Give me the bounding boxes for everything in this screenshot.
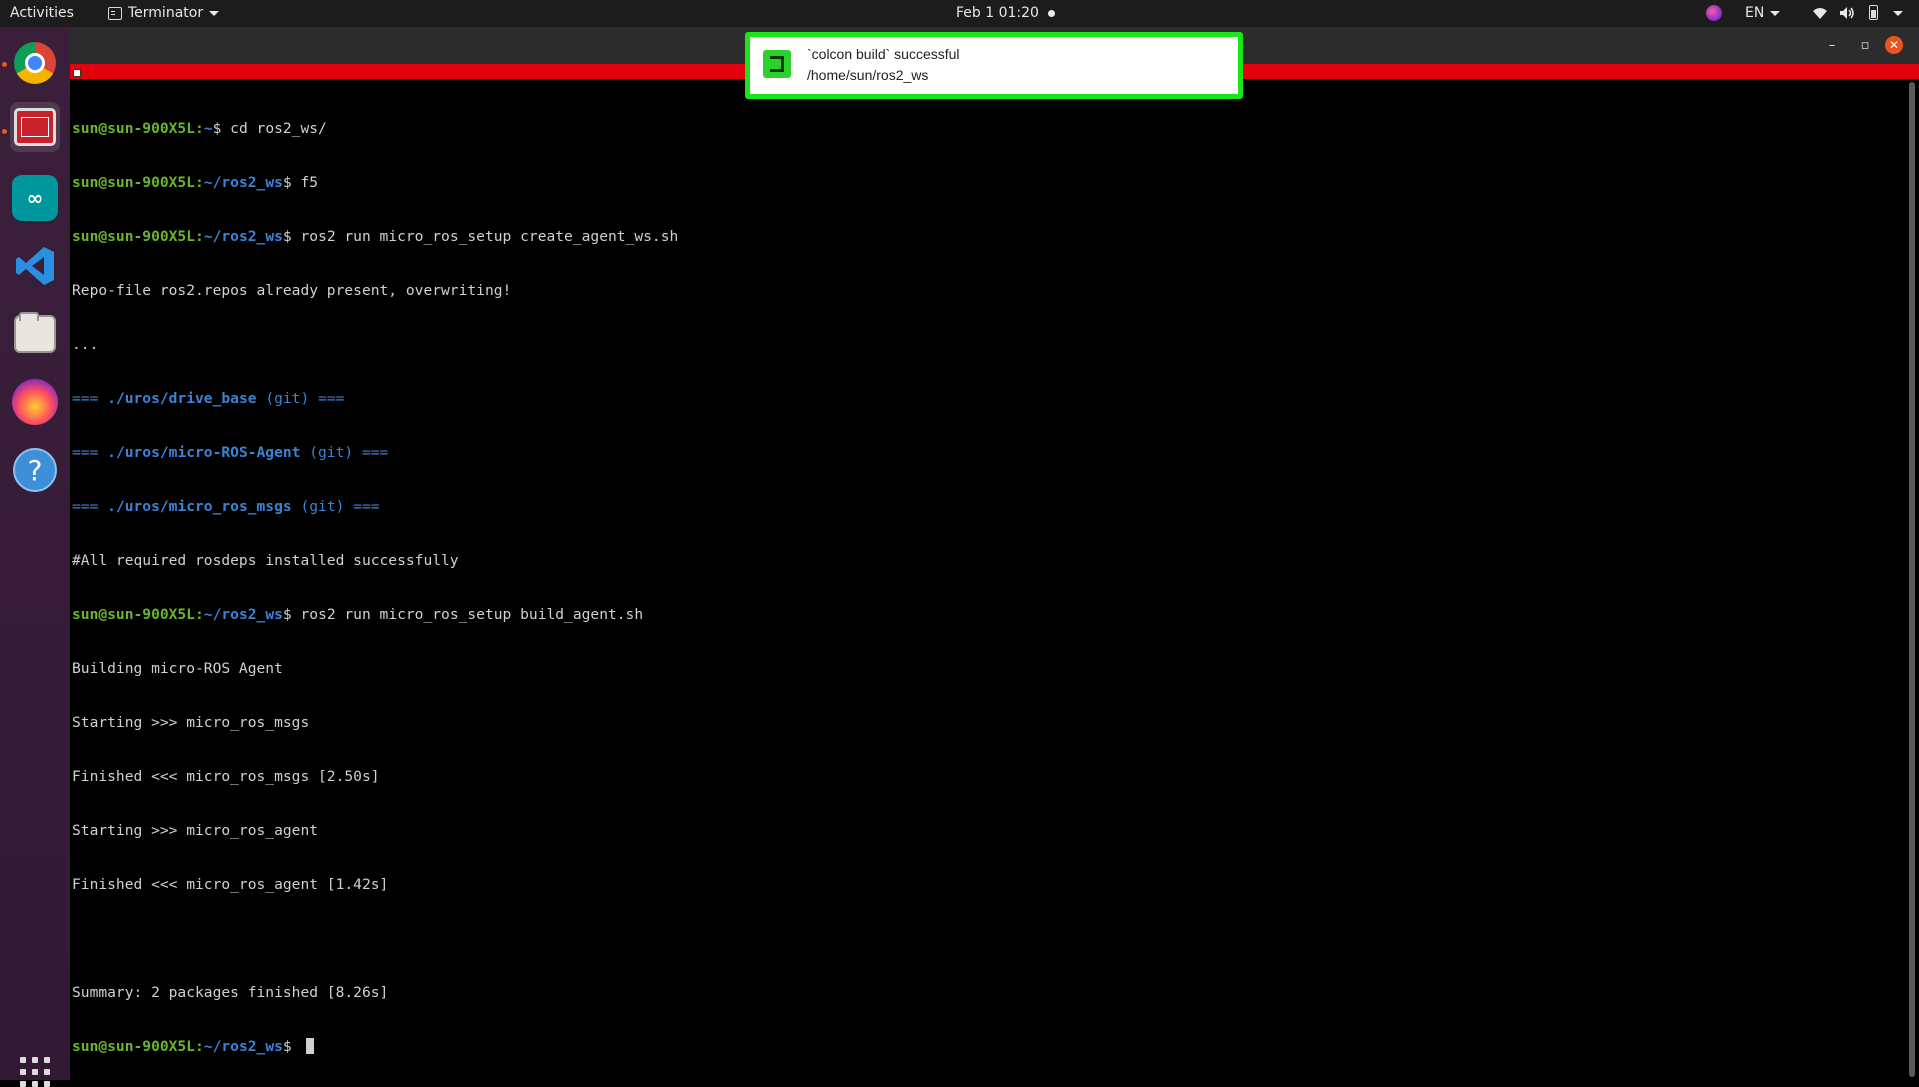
- prompt-sep: :: [195, 120, 204, 137]
- prompt-sep: :: [195, 174, 204, 191]
- prompt-path: ~/ros2_ws: [203, 1038, 283, 1055]
- dock: ∞ ?: [0, 27, 70, 1087]
- maximize-icon[interactable]: ▫: [1856, 37, 1874, 55]
- activities-button[interactable]: Activities: [10, 5, 74, 21]
- separator: ===: [72, 390, 108, 407]
- prompt-path: ~/ros2_ws: [203, 174, 283, 191]
- notification-title: `colcon build` successful: [807, 46, 960, 62]
- text-cursor: [306, 1038, 315, 1054]
- prompt-sep: :: [195, 606, 204, 623]
- chrome-icon: [14, 42, 56, 84]
- language-menu[interactable]: EN: [1745, 5, 1781, 21]
- terminal-line: Summary: 2 packages finished [8.26s]: [72, 984, 389, 1001]
- terminal-line: === ./uros/micro_ros_msgs (git) ===: [72, 498, 1902, 516]
- repo-path: ./uros/micro-ROS-Agent: [107, 444, 301, 461]
- wifi-icon[interactable]: [1812, 6, 1828, 20]
- terminal-line: sun@sun-900X5L:~/ros2_ws$ ros2 run micro…: [72, 228, 1902, 246]
- dock-item-arduino[interactable]: ∞: [10, 173, 60, 223]
- dock-item-vscode[interactable]: [10, 241, 60, 291]
- terminal-line: sun@sun-900X5L:~$ cd ros2_ws/: [72, 120, 1902, 138]
- running-indicator: [2, 62, 7, 67]
- terminal-line: Finished <<< micro_ros_agent [1.42s]: [72, 876, 389, 893]
- repo-path: ./uros/drive_base: [107, 390, 257, 407]
- terminal-group-icon[interactable]: [73, 69, 81, 77]
- chevron-down-icon: [209, 10, 220, 16]
- scrollbar-thumb[interactable]: [1909, 82, 1915, 1077]
- dock-item-files[interactable]: [10, 309, 60, 359]
- language-label: EN: [1745, 5, 1765, 21]
- terminal-line: Finished <<< micro_ros_msgs [2.50s]: [72, 768, 380, 785]
- prompt-sep: :: [195, 228, 204, 245]
- help-icon: ?: [13, 448, 57, 492]
- separator: ===: [72, 498, 108, 515]
- command: $ f5: [282, 174, 319, 191]
- firefox-tray-icon[interactable]: [1706, 5, 1722, 21]
- terminal-output[interactable]: sun@sun-900X5L:~$ cd ros2_ws/ sun@sun-90…: [72, 84, 1902, 1074]
- vscode-icon: [16, 247, 54, 285]
- command: $ cd ros2_ws/: [212, 120, 327, 137]
- terminal-line: sun@sun-900X5L:~/ros2_ws$: [72, 1038, 1902, 1056]
- separator: ===: [72, 444, 108, 461]
- dock-item-terminator[interactable]: [10, 102, 60, 152]
- terminal-line: #All required rosdeps installed successf…: [72, 552, 459, 569]
- separator: (git) ===: [256, 390, 345, 407]
- command: $: [282, 1038, 301, 1055]
- polar-icon: [12, 379, 58, 425]
- arduino-icon: ∞: [12, 175, 58, 221]
- terminal-line: ...: [72, 336, 99, 353]
- show-applications-button[interactable]: [20, 1057, 50, 1087]
- prompt-path: ~/ros2_ws: [203, 228, 283, 245]
- dock-item-polar[interactable]: [10, 377, 60, 427]
- repo-path: ./uros/micro_ros_msgs: [107, 498, 292, 515]
- chevron-down-icon: [1770, 10, 1781, 16]
- terminal-line: sun@sun-900X5L:~/ros2_ws$ ros2 run micro…: [72, 606, 1902, 624]
- terminal-icon: [108, 6, 122, 20]
- system-menu-chevron-icon[interactable]: [1893, 11, 1903, 16]
- minimize-icon[interactable]: –: [1823, 37, 1841, 55]
- app-menu[interactable]: Terminator: [108, 5, 220, 21]
- prompt-sep: :: [195, 1038, 204, 1055]
- command: $ ros2 run micro_ros_setup build_agent.s…: [282, 606, 644, 623]
- prompt-path: ~: [203, 120, 213, 137]
- prompt-user: sun@sun-900X5L: [72, 228, 196, 245]
- terminal-line: === ./uros/micro-ROS-Agent (git) ===: [72, 444, 1902, 462]
- terminal-line: Starting >>> micro_ros_msgs: [72, 714, 310, 731]
- notification-body: /home/sun/ros2_ws: [807, 67, 929, 83]
- prompt-user: sun@sun-900X5L: [72, 1038, 196, 1055]
- battery-icon[interactable]: [1869, 5, 1878, 20]
- dock-item-chrome[interactable]: [10, 38, 60, 88]
- top-bar: Activities Terminator Feb 1 01:20 EN: [0, 0, 1919, 27]
- notification-banner[interactable]: `colcon build` successful /home/sun/ros2…: [745, 32, 1243, 99]
- clock[interactable]: Feb 1 01:20: [956, 5, 1039, 21]
- prompt-path: ~/ros2_ws: [203, 606, 283, 623]
- prompt-user: sun@sun-900X5L: [72, 174, 196, 191]
- terminal-line: Building micro-ROS Agent: [72, 660, 283, 677]
- notification-dot-icon: [1048, 10, 1055, 17]
- separator: (git) ===: [300, 444, 389, 461]
- prompt-user: sun@sun-900X5L: [72, 120, 196, 137]
- dock-item-help[interactable]: ?: [10, 445, 60, 495]
- colcon-notify-icon: [763, 50, 791, 78]
- app-menu-label: Terminator: [128, 5, 204, 21]
- separator: (git) ===: [291, 498, 380, 515]
- running-indicator: [2, 129, 7, 134]
- terminal-line: === ./uros/drive_base (git) ===: [72, 390, 1902, 408]
- prompt-user: sun@sun-900X5L: [72, 606, 196, 623]
- command: $ ros2 run micro_ros_setup create_agent_…: [282, 228, 679, 245]
- close-icon[interactable]: ✕: [1885, 36, 1903, 54]
- files-icon: [14, 312, 56, 353]
- terminal-line: Starting >>> micro_ros_agent: [72, 822, 319, 839]
- terminal-line: Repo-file ros2.repos already present, ov…: [72, 282, 512, 299]
- terminator-icon: [14, 108, 56, 146]
- volume-icon[interactable]: [1839, 6, 1855, 20]
- terminal-line: sun@sun-900X5L:~/ros2_ws$ f5: [72, 174, 1902, 192]
